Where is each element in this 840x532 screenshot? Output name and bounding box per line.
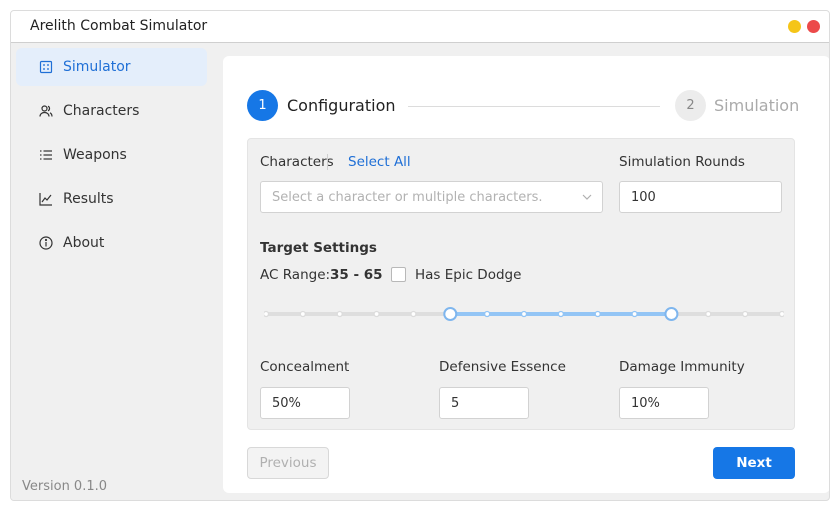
next-button[interactable]: Next [713, 447, 795, 479]
defensive-essence-input[interactable]: 5 [439, 387, 529, 419]
select-all-link[interactable]: Select All [348, 154, 411, 170]
damage-immunity-label: Damage Immunity [619, 359, 745, 375]
damage-immunity-value: 10% [631, 395, 660, 411]
epic-dodge-label: Has Epic Dodge [415, 267, 522, 283]
concealment-value: 50% [272, 395, 301, 411]
step-2-label: Simulation [714, 96, 800, 115]
ac-range-slider[interactable] [264, 299, 784, 329]
rounds-input[interactable]: 100 [619, 181, 782, 213]
slider-tick [520, 310, 528, 318]
sidebar-item-label: Weapons [63, 147, 127, 163]
previous-button[interactable]: Previous [247, 447, 329, 479]
slider-tick [483, 310, 491, 318]
sidebar-item-label: Characters [63, 103, 140, 119]
simulator-icon [39, 60, 53, 74]
ac-range-label: AC Range: [260, 267, 331, 283]
character-select[interactable]: Select a character or multiple character… [260, 181, 603, 213]
step-divider [408, 106, 660, 107]
step-2-indicator: 2 [675, 90, 706, 121]
rounds-input-value: 100 [631, 189, 656, 205]
character-select-placeholder: Select a character or multiple character… [272, 189, 543, 205]
version-label: Version 0.1.0 [22, 479, 108, 494]
title-bar: Arelith Combat Simulator [11, 11, 829, 43]
slider-tick [410, 310, 417, 318]
sidebar-item-label: Results [63, 191, 114, 207]
chart-icon [39, 192, 53, 206]
sidebar-item-simulator[interactable]: Simulator [16, 48, 207, 86]
sidebar-item-results[interactable]: Results [16, 180, 207, 218]
slider-tick [741, 310, 749, 318]
slider-tick [299, 310, 307, 318]
slider-handle-max[interactable] [664, 307, 679, 321]
characters-icon [39, 104, 53, 118]
slider-tick [264, 310, 270, 318]
slider-tick [594, 310, 601, 318]
concealment-input[interactable]: 50% [260, 387, 350, 419]
defensive-essence-value: 5 [451, 395, 460, 411]
rounds-label: Simulation Rounds [619, 154, 745, 170]
slider-tick [631, 310, 638, 318]
defensive-essence-label: Defensive Essence [439, 359, 566, 375]
damage-immunity-input[interactable]: 10% [619, 387, 709, 419]
sidebar: Simulator Characters Weapons Results Abo… [11, 43, 212, 500]
app-window: Arelith Combat Simulator Simulator Chara… [10, 10, 830, 501]
minimize-button[interactable] [788, 20, 801, 33]
slider-tick [373, 310, 380, 318]
info-icon [39, 236, 53, 250]
app-title: Arelith Combat Simulator [30, 18, 208, 34]
sidebar-item-characters[interactable]: Characters [16, 92, 207, 130]
step-1-label: Configuration [287, 96, 396, 115]
characters-label: Characters [260, 154, 334, 170]
label-separator [327, 154, 328, 170]
epic-dodge-checkbox[interactable] [391, 267, 406, 282]
step-1-indicator: 1 [247, 90, 278, 121]
sidebar-item-weapons[interactable]: Weapons [16, 136, 207, 174]
target-settings-heading: Target Settings [260, 240, 377, 256]
main-content: 1 Configuration 2 Simulation Characters … [223, 56, 829, 493]
close-button[interactable] [807, 20, 820, 33]
slider-tick [778, 310, 784, 318]
sidebar-item-label: About [63, 235, 105, 251]
sidebar-item-about[interactable]: About [16, 224, 207, 262]
sidebar-item-label: Simulator [63, 59, 131, 75]
concealment-label: Concealment [260, 359, 350, 375]
list-icon [39, 148, 53, 162]
slider-handle-min[interactable] [443, 307, 458, 321]
chevron-down-icon [582, 194, 592, 200]
ac-range-value: 35 - 65 [330, 267, 383, 283]
configuration-panel: Characters Select All Simulation Rounds … [247, 138, 795, 430]
slider-tick [557, 310, 565, 318]
slider-tick [705, 310, 712, 318]
slider-tick [336, 310, 343, 318]
